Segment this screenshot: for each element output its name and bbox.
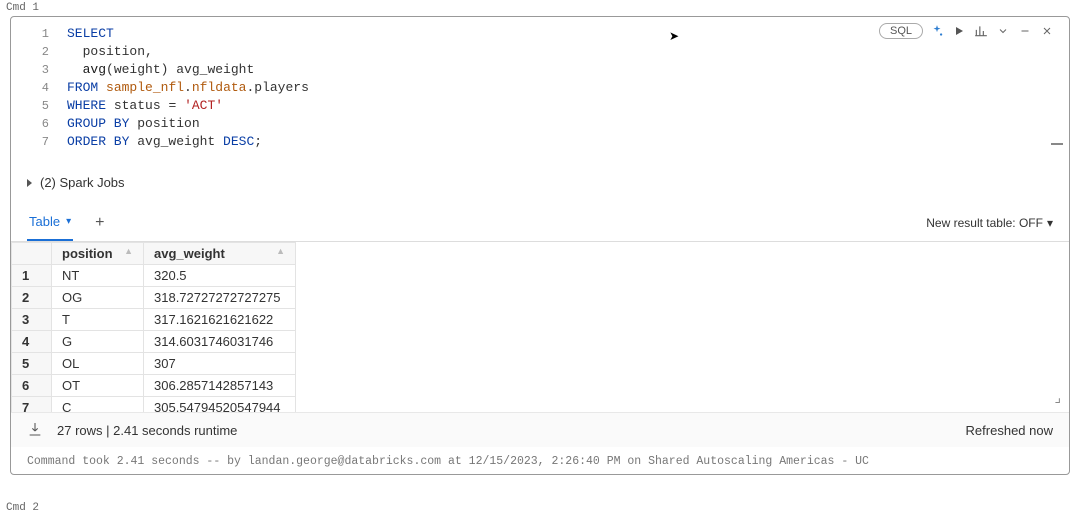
sort-icon: ▲ xyxy=(276,246,285,256)
add-tab-button[interactable]: + xyxy=(87,214,112,232)
result-table-toggle[interactable]: New result table: OFF ▾ xyxy=(926,216,1053,230)
table-row[interactable]: 6OT306.2857142857143 xyxy=(12,375,296,397)
row-index: 7 xyxy=(12,397,52,413)
result-summary: 27 rows | 2.41 seconds runtime xyxy=(57,423,237,438)
row-index: 3 xyxy=(12,309,52,331)
code-line[interactable]: 2 position, xyxy=(11,43,1069,61)
cell-avgweight: 307 xyxy=(144,353,296,375)
chevron-down-icon: ▾ xyxy=(1047,216,1053,230)
result-toggle-label: New result table: OFF xyxy=(926,216,1043,230)
minimize-icon[interactable] xyxy=(1017,23,1033,39)
results-table-wrap: position▲ avg_weight▲ 1NT320.52OG318.727… xyxy=(11,242,1069,412)
caret-right-icon xyxy=(27,179,32,187)
cell-position: OL xyxy=(52,353,144,375)
command-status: Command took 2.41 seconds -- by landan.g… xyxy=(11,447,1069,474)
cell-position: T xyxy=(52,309,144,331)
collapse-handle-icon[interactable] xyxy=(1051,143,1063,145)
table-row[interactable]: 2OG318.72727272727275 xyxy=(12,287,296,309)
column-header-avgweight[interactable]: avg_weight▲ xyxy=(144,243,296,265)
spark-jobs-label: (2) Spark Jobs xyxy=(40,175,125,190)
table-row[interactable]: 3T317.1621621621622 xyxy=(12,309,296,331)
code-content: ORDER BY avg_weight DESC; xyxy=(67,133,262,151)
cell-avgweight: 317.1621621621622 xyxy=(144,309,296,331)
language-selector[interactable]: SQL xyxy=(879,23,923,39)
chevron-down-icon[interactable] xyxy=(995,23,1011,39)
code-content: GROUP BY position xyxy=(67,115,200,133)
code-editor[interactable]: 1SELECT2 position,3 avg(weight) avg_weig… xyxy=(11,17,1069,167)
row-index: 1 xyxy=(12,265,52,287)
expand-corner-icon[interactable]: ⌟ xyxy=(1054,389,1061,406)
cell-position: G xyxy=(52,331,144,353)
assistant-sparkle-icon[interactable] xyxy=(929,23,945,39)
cell-avgweight: 305.54794520547944 xyxy=(144,397,296,413)
row-index: 4 xyxy=(12,331,52,353)
download-icon[interactable] xyxy=(27,421,43,439)
tab-table[interactable]: Table ▾ xyxy=(27,204,73,241)
code-line[interactable]: 4FROM sample_nfl.nfldata.players xyxy=(11,79,1069,97)
cell-avgweight: 320.5 xyxy=(144,265,296,287)
row-index: 5 xyxy=(12,353,52,375)
chart-icon[interactable] xyxy=(973,23,989,39)
table-row[interactable]: 1NT320.5 xyxy=(12,265,296,287)
table-row[interactable]: 7C305.54794520547944 xyxy=(12,397,296,413)
results-table: position▲ avg_weight▲ 1NT320.52OG318.727… xyxy=(11,242,296,412)
spark-jobs-toggle[interactable]: (2) Spark Jobs xyxy=(11,167,1069,198)
column-header-position[interactable]: position▲ xyxy=(52,243,144,265)
line-number: 7 xyxy=(11,133,67,151)
line-number: 3 xyxy=(11,61,67,79)
table-row[interactable]: 4G314.6031746031746 xyxy=(12,331,296,353)
run-button-icon[interactable] xyxy=(951,23,967,39)
line-number: 1 xyxy=(11,25,67,43)
line-number: 6 xyxy=(11,115,67,133)
code-content: avg(weight) avg_weight xyxy=(67,61,254,79)
code-line[interactable]: 6GROUP BY position xyxy=(11,115,1069,133)
code-content: position, xyxy=(67,43,153,61)
code-content: SELECT xyxy=(67,25,114,43)
cell-position: C xyxy=(52,397,144,413)
line-number: 2 xyxy=(11,43,67,61)
tab-label: Table xyxy=(29,214,60,229)
cell-position: NT xyxy=(52,265,144,287)
code-line[interactable]: 3 avg(weight) avg_weight xyxy=(11,61,1069,79)
cell-label-bottom: Cmd 2 xyxy=(6,502,39,514)
cell-toolbar: SQL xyxy=(879,23,1055,39)
line-number: 4 xyxy=(11,79,67,97)
cell-avgweight: 306.2857142857143 xyxy=(144,375,296,397)
sort-icon: ▲ xyxy=(124,246,133,256)
row-index: 2 xyxy=(12,287,52,309)
results-footer: 27 rows | 2.41 seconds runtime Refreshed… xyxy=(11,412,1069,447)
close-icon[interactable] xyxy=(1039,23,1055,39)
results-tabs: Table ▾ + New result table: OFF ▾ xyxy=(11,204,1069,242)
code-content: WHERE status = 'ACT' xyxy=(67,97,223,115)
cell-avgweight: 318.72727272727275 xyxy=(144,287,296,309)
cell-position: OG xyxy=(52,287,144,309)
code-content: FROM sample_nfl.nfldata.players xyxy=(67,79,309,97)
table-row[interactable]: 5OL307 xyxy=(12,353,296,375)
code-line[interactable]: 7ORDER BY avg_weight DESC; xyxy=(11,133,1069,151)
notebook-cell: ➤ SQL 1SELECT2 position,3 avg(weight) av… xyxy=(10,16,1070,475)
chevron-down-icon: ▾ xyxy=(66,216,71,227)
cell-avgweight: 314.6031746031746 xyxy=(144,331,296,353)
cell-position: OT xyxy=(52,375,144,397)
cell-label-top: Cmd 1 xyxy=(0,0,1080,16)
refreshed-label: Refreshed now xyxy=(966,423,1053,438)
row-index-header[interactable] xyxy=(12,243,52,265)
code-line[interactable]: 5WHERE status = 'ACT' xyxy=(11,97,1069,115)
row-index: 6 xyxy=(12,375,52,397)
line-number: 5 xyxy=(11,97,67,115)
